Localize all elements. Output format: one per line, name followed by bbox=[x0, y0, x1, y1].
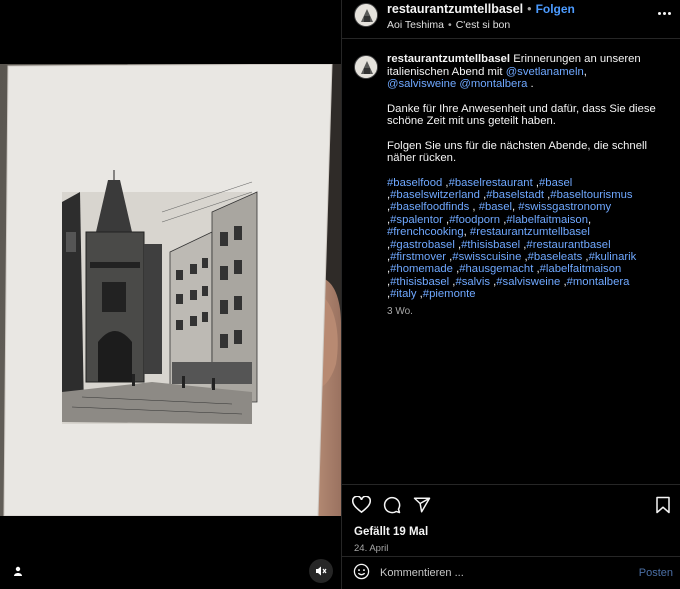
post-age: 3 Wo. bbox=[387, 305, 413, 317]
hashtag-link[interactable]: #basel bbox=[539, 177, 572, 189]
hashtag-link[interactable]: #baselfoodfinds bbox=[390, 201, 469, 213]
hashtag-link[interactable]: #italy bbox=[390, 288, 416, 300]
follow-button[interactable]: Folgen bbox=[536, 2, 575, 16]
hashtag-link[interactable]: #hausgemacht bbox=[459, 263, 533, 275]
separator-dot: • bbox=[527, 2, 532, 16]
post-media[interactable] bbox=[0, 0, 341, 589]
caption-body: restaurantzumtellbasel Erinnerungen an u… bbox=[387, 53, 657, 318]
hashtag-link[interactable]: #kulinarik bbox=[589, 251, 637, 263]
bookmark-icon[interactable] bbox=[655, 496, 671, 514]
hashtag-link[interactable]: #swisscuisine bbox=[452, 251, 521, 263]
hashtag-link[interactable]: #baseltourismus bbox=[550, 189, 632, 201]
caption-paragraph: Folgen Sie uns für die nächsten Abende, … bbox=[387, 139, 648, 165]
hashtag-link[interactable]: #restaurantbasel bbox=[526, 239, 610, 251]
hashtag-link[interactable]: #labelfaitmaison bbox=[506, 214, 588, 226]
hashtag-link[interactable]: #homemade bbox=[390, 263, 453, 275]
tagged-user-link[interactable]: Aoi Teshima bbox=[387, 19, 444, 31]
hashtag-link[interactable]: #baselstadt bbox=[486, 189, 544, 201]
more-icon[interactable] bbox=[658, 6, 672, 20]
comment-input[interactable] bbox=[380, 567, 639, 579]
paper-plane-icon[interactable] bbox=[413, 496, 431, 514]
hashtag-link[interactable]: #thisisbasel bbox=[461, 239, 520, 251]
mention-link[interactable]: @salvisweine bbox=[387, 78, 456, 90]
caption: restaurantzumtellbasel Erinnerungen an u… bbox=[342, 39, 680, 318]
hashtag-link[interactable]: #frenchcooking bbox=[387, 226, 464, 238]
mention-link[interactable]: @montalbera bbox=[459, 78, 527, 90]
post-comment-button[interactable]: Posten bbox=[639, 567, 673, 579]
hashtag-link[interactable]: #baselfood bbox=[387, 177, 442, 189]
separator-dot: • bbox=[448, 19, 452, 31]
comment-icon[interactable] bbox=[383, 496, 401, 514]
hashtag-link[interactable]: #salvisweine bbox=[496, 276, 560, 288]
post-header: restaurantzumtellbasel • Folgen Aoi Teshim… bbox=[342, 0, 680, 39]
hashtag-link[interactable]: #gastrobasel bbox=[390, 239, 455, 251]
post-sidebar: restaurantzumtellbasel • Folgen Aoi Teshim… bbox=[341, 0, 680, 589]
hashtag-link[interactable]: #firstmover bbox=[390, 251, 446, 263]
mention-link[interactable]: @svetlanameln bbox=[506, 66, 584, 78]
caption-username[interactable]: restaurantzumtellbasel bbox=[387, 53, 510, 65]
avatar[interactable] bbox=[354, 55, 378, 79]
caption-paragraph: restaurantzumtellbasel Erinnerungen an u… bbox=[387, 53, 641, 90]
hashtag-link[interactable]: #montalbera bbox=[567, 276, 630, 288]
audio-link[interactable]: C'est si bon bbox=[456, 19, 511, 31]
hashtag-link[interactable]: #spalentor bbox=[390, 214, 443, 226]
heart-icon[interactable] bbox=[352, 496, 371, 514]
hashtag-link[interactable]: #basel bbox=[479, 201, 512, 213]
username-link[interactable]: restaurantzumtellbasel bbox=[387, 2, 523, 16]
hashtag-link[interactable]: #baselswitzerland bbox=[390, 189, 480, 201]
hashtag-link[interactable]: #baseleats bbox=[528, 251, 583, 263]
caption-paragraph: Danke für Ihre Anwesenheit und dafür, da… bbox=[387, 102, 656, 128]
hashtag-link[interactable]: #swissgastronomy bbox=[518, 201, 611, 213]
hashtag-link[interactable]: #foodporn bbox=[449, 214, 500, 226]
user-tag-icon[interactable] bbox=[6, 559, 30, 583]
post-date: 24. April bbox=[354, 543, 389, 554]
likes-count[interactable]: Gefällt 19 Mal bbox=[342, 516, 680, 538]
speaker-muted-icon[interactable] bbox=[309, 559, 333, 583]
photo-card-with-sketch bbox=[3, 64, 341, 516]
hashtag-link[interactable]: #thisisbasel bbox=[390, 276, 449, 288]
comment-bar: Posten bbox=[342, 556, 680, 589]
hashtag-link[interactable]: #salvis bbox=[455, 276, 490, 288]
hashtag-link[interactable]: #restaurantzumtellbasel bbox=[470, 226, 590, 238]
emoji-icon[interactable] bbox=[353, 563, 370, 583]
hashtag-list: #baselfood ,#baselrestaurant ,#basel ,#b… bbox=[387, 176, 637, 301]
avatar[interactable] bbox=[354, 3, 378, 27]
actions-bar: Gefällt 19 Mal 24. April bbox=[342, 484, 680, 554]
hashtag-link[interactable]: #labelfaitmaison bbox=[540, 263, 622, 275]
hashtag-link[interactable]: #piemonte bbox=[423, 288, 476, 300]
hashtag-link[interactable]: #baselrestaurant bbox=[449, 177, 533, 189]
post-photo[interactable] bbox=[0, 64, 341, 516]
